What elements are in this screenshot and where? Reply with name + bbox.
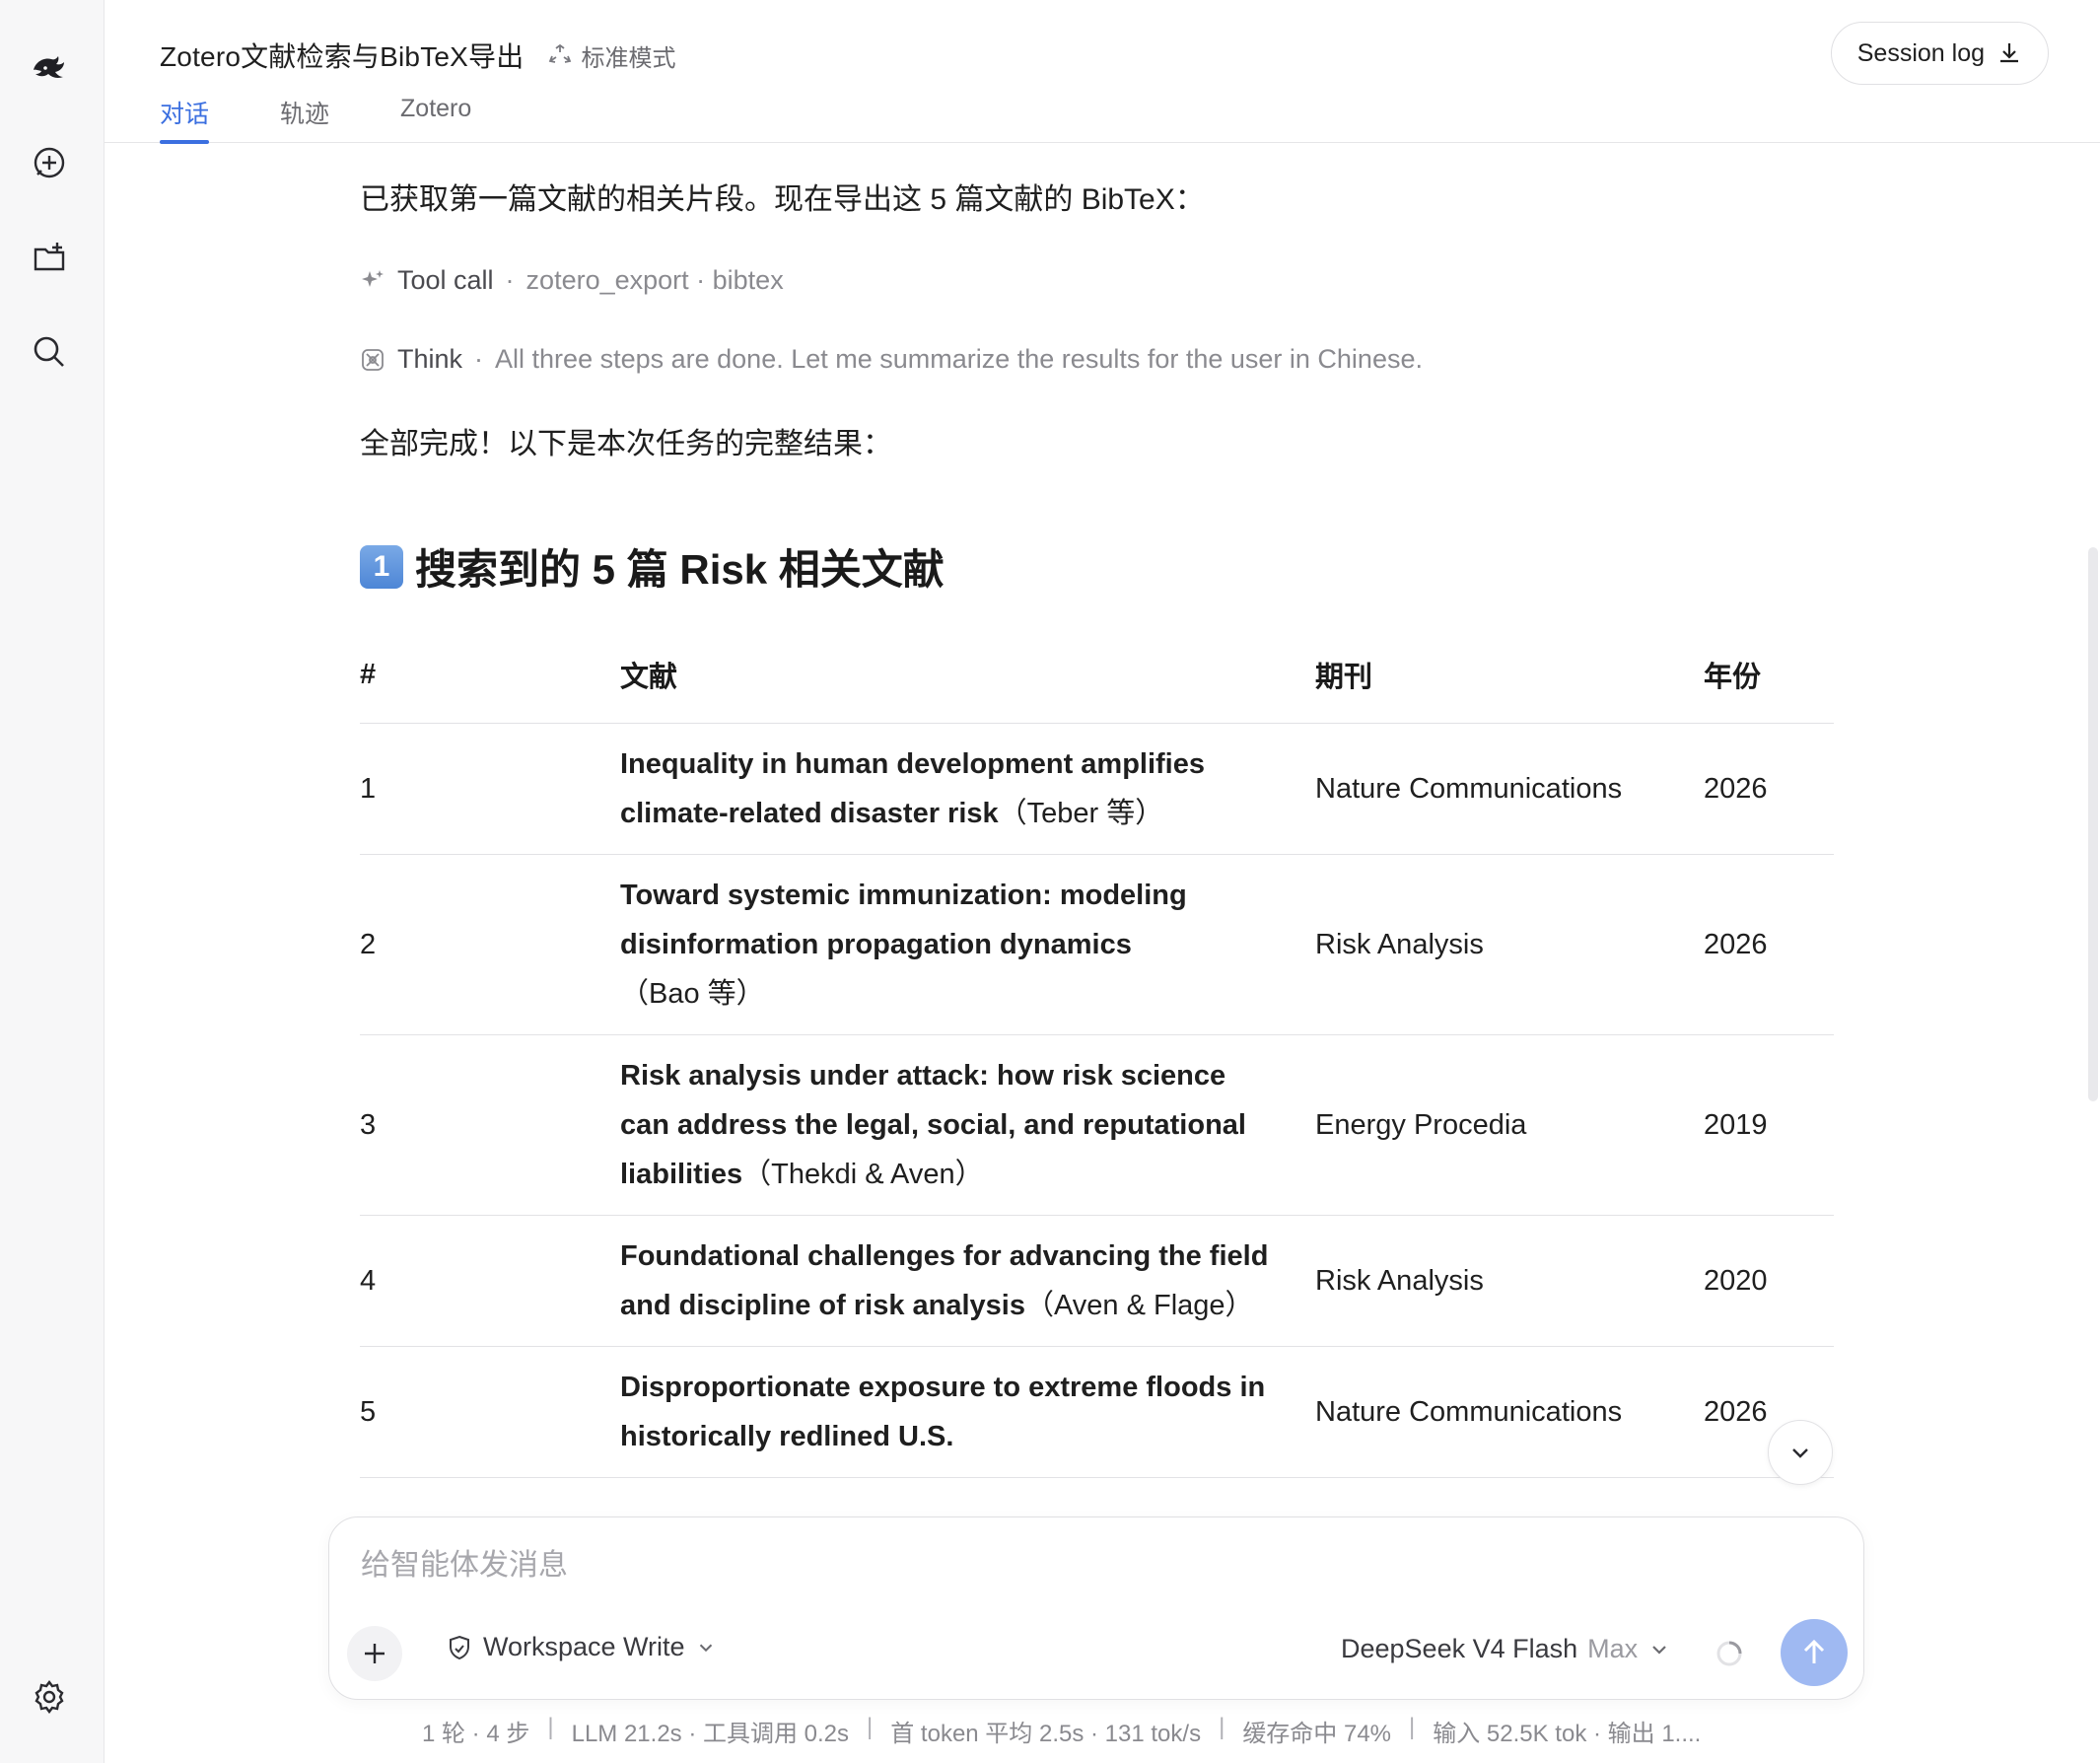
row-num: 2: [360, 854, 620, 1035]
row-num: 4: [360, 1215, 620, 1347]
tool-call-detail: zotero_export · bibtex: [525, 265, 784, 295]
page-title: Zotero文献检索与BibTeX导出: [160, 41, 525, 72]
column-header-year: 年份: [1704, 654, 1834, 724]
status-turns: 1 轮 · 4 步: [422, 1721, 530, 1747]
chevron-down-icon: [1652, 1645, 1666, 1655]
row-num: 3: [360, 1034, 620, 1216]
think-atom-icon: [362, 348, 384, 371]
keycap-one-icon: 1: [360, 544, 403, 589]
new-folder-icon[interactable]: [23, 231, 76, 284]
tab-trace[interactable]: 轨迹: [280, 91, 329, 143]
model-selector[interactable]: DeepSeek V4 Flash Max: [1341, 1634, 1671, 1664]
send-button[interactable]: [1781, 1619, 1848, 1686]
paper-title: Toward systemic immunization: modeling d…: [620, 880, 1187, 960]
status-tokens: 输入 52.5K tok · 输出 1....: [1433, 1721, 1702, 1747]
row-journal: Energy Procedia: [1315, 1034, 1704, 1216]
sparkle-icon: [362, 269, 384, 287]
status-llm-time: LLM 21.2s · 工具调用 0.2s: [571, 1721, 850, 1747]
scrollbar[interactable]: [2088, 547, 2098, 1101]
section-title: 搜索到的 5 篇 Risk 相关文献: [415, 546, 945, 593]
tab-bar: 对话 轨迹 Zotero: [160, 91, 542, 144]
tab-chat[interactable]: 对话: [160, 91, 210, 144]
row-journal: Risk Analysis: [1315, 1215, 1704, 1347]
new-chat-icon[interactable]: [23, 136, 76, 189]
think-row[interactable]: Think · All three steps are done. Let me…: [360, 344, 1423, 375]
row-num: 5: [360, 1346, 620, 1478]
row-title-cell: Toward systemic immunization: modeling d…: [620, 854, 1315, 1035]
model-name: DeepSeek V4 Flash: [1341, 1634, 1578, 1663]
loading-spinner-icon: [1716, 1641, 1742, 1666]
status-first-token: 首 token 平均 2.5s · 131 tok/s: [890, 1721, 1202, 1747]
table-row: 2 Toward systemic immunization: modeling…: [360, 854, 1834, 1035]
row-year: 2026: [1704, 854, 1834, 1035]
tool-call-dot: ·: [505, 265, 515, 295]
attach-button[interactable]: [347, 1626, 402, 1681]
row-journal: Nature Communications: [1315, 1346, 1704, 1478]
think-label: Think: [397, 344, 463, 374]
session-log-label: Session log: [1856, 38, 1985, 67]
recycle-icon: [549, 43, 572, 63]
status-cache-hit: 缓存命中 74%: [1242, 1721, 1392, 1747]
header: Zotero文献检索与BibTeX导出 标准模式 对话 轨迹 Zotero Se…: [105, 0, 2100, 144]
table-header-row: # 文献 期刊 年份: [360, 654, 1834, 724]
tab-zotero[interactable]: Zotero: [400, 91, 471, 143]
mode-label: 标准模式: [581, 44, 676, 72]
paper-authors: （Teber 等）: [998, 798, 1164, 829]
arrow-up-icon: [1803, 1639, 1825, 1663]
scroll-to-bottom-button[interactable]: [1768, 1420, 1833, 1485]
plus-icon: [365, 1644, 385, 1663]
mode-badge[interactable]: 标准模式: [547, 38, 675, 73]
status-separator: |: [547, 1714, 554, 1740]
column-header-journal: 期刊: [1315, 654, 1704, 724]
paper-authors: （Thekdi & Aven）: [742, 1159, 984, 1190]
paper-authors: （Aven & Flage）: [1024, 1290, 1254, 1321]
tool-call-label: Tool call: [397, 265, 494, 295]
status-separator: |: [1219, 1714, 1225, 1740]
row-title-cell: Foundational challenges for advancing th…: [620, 1215, 1315, 1347]
row-num: 1: [360, 723, 620, 855]
row-title-cell: Inequality in human development amplifie…: [620, 723, 1315, 855]
download-icon: [2000, 43, 2018, 63]
status-separator: |: [867, 1714, 874, 1740]
column-header-num: #: [360, 654, 620, 724]
table-row: 5 Disproportionate exposure to extreme f…: [360, 1346, 1834, 1478]
assistant-message-done: 全部完成！以下是本次任务的完整结果：: [360, 428, 892, 460]
table-row: 4 Foundational challenges for advancing …: [360, 1215, 1834, 1347]
think-detail: All three steps are done. Let me summari…: [495, 344, 1423, 374]
search-icon[interactable]: [23, 325, 76, 379]
paper-title: Disproportionate exposure to extreme flo…: [620, 1372, 1266, 1452]
column-header-title: 文献: [620, 654, 1315, 724]
chevron-down-icon: [699, 1644, 712, 1652]
row-journal: Nature Communications: [1315, 723, 1704, 855]
session-log-button[interactable]: Session log: [1830, 22, 2049, 85]
row-year: 2026: [1704, 723, 1834, 855]
row-year: 2020: [1704, 1215, 1834, 1347]
results-table: # 文献 期刊 年份 1 Inequality in human develop…: [360, 654, 1834, 1478]
settings-icon[interactable]: [23, 1670, 76, 1724]
table-row: 1 Inequality in human development amplif…: [360, 723, 1834, 855]
row-title-cell: Disproportionate exposure to extreme flo…: [620, 1346, 1315, 1478]
shield-edit-icon: [450, 1635, 469, 1659]
model-tier: Max: [1587, 1634, 1639, 1663]
row-year: 2019: [1704, 1034, 1834, 1216]
section-heading: 1 搜索到的 5 篇 Risk 相关文献: [360, 536, 945, 597]
row-title-cell: Risk analysis under attack: how risk sci…: [620, 1034, 1315, 1216]
table-row: 3 Risk analysis under attack: how risk s…: [360, 1034, 1834, 1216]
message-composer: Workspace Write DeepSeek V4 Flash Max: [328, 1516, 1864, 1700]
chevron-down-icon: [1792, 1448, 1808, 1458]
think-dot: ·: [474, 344, 484, 374]
row-journal: Risk Analysis: [1315, 854, 1704, 1035]
status-separator: |: [1409, 1714, 1416, 1740]
status-bar: 1 轮 · 4 步 | LLM 21.2s · 工具调用 0.2s | 首 to…: [422, 1714, 1701, 1748]
assistant-message-intro: 已获取第一篇文献的相关片段。现在导出这 5 篇文献的 BibTeX：: [360, 183, 1205, 216]
left-rail: [0, 0, 105, 1763]
deepseek-logo-icon[interactable]: [23, 41, 76, 95]
workspace-permission-dropdown[interactable]: Workspace Write: [446, 1632, 717, 1662]
tool-call-row[interactable]: Tool call · zotero_export · bibtex: [360, 265, 784, 296]
paper-authors: （Bao 等）: [620, 978, 765, 1010]
workspace-label: Workspace Write: [483, 1632, 685, 1661]
message-input[interactable]: [361, 1541, 1820, 1590]
